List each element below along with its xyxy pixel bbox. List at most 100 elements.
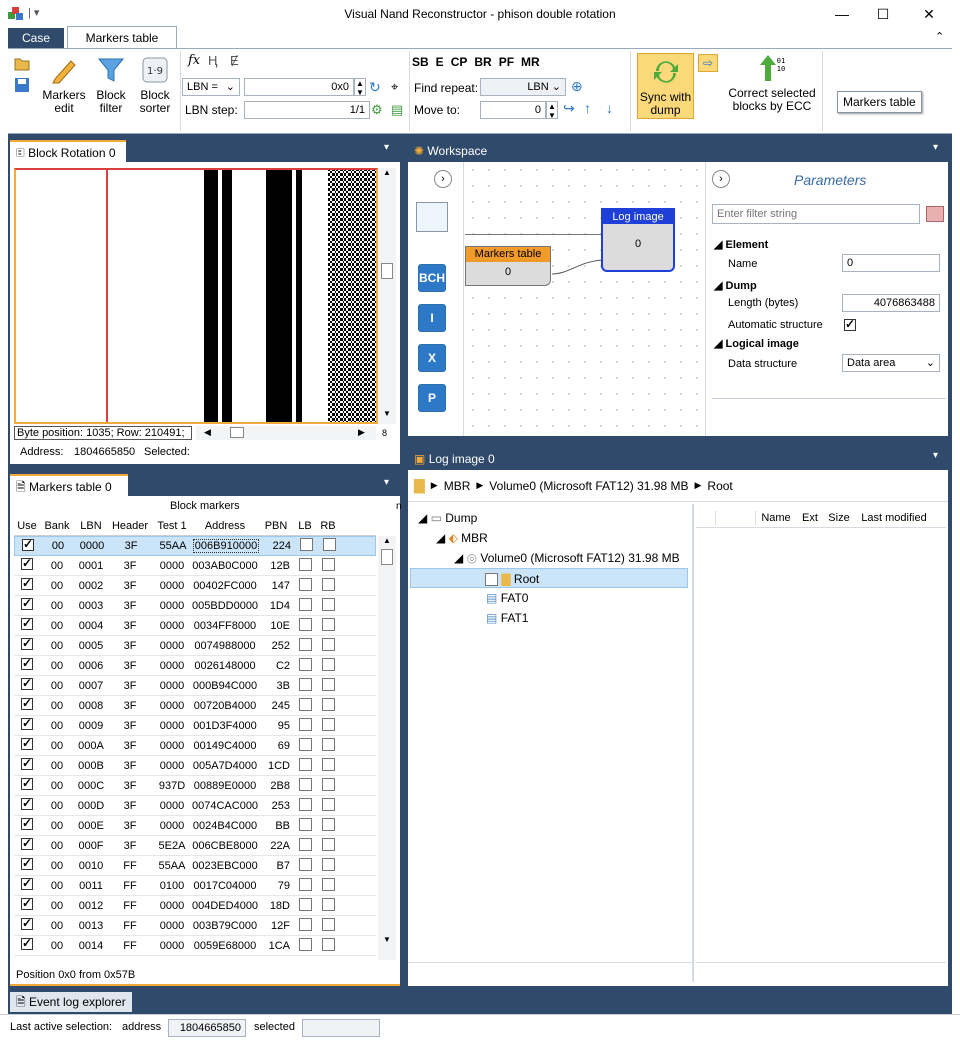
tab-log-image[interactable]: ▣ Log image 0 ✕ xyxy=(408,448,508,488)
lb-checkbox[interactable] xyxy=(298,637,312,651)
table-row[interactable]: 00 0011 FF 0100 0017C04000 79 xyxy=(14,876,376,896)
pane-menu-icon[interactable]: ▾ xyxy=(933,450,938,461)
rb-checkbox[interactable] xyxy=(321,897,335,911)
rb-checkbox[interactable] xyxy=(321,717,335,731)
table-row[interactable]: 00 0007 3F 0000 000B94C000 3B xyxy=(14,676,376,696)
expand-icon[interactable]: › xyxy=(434,170,452,188)
expand-icon[interactable]: › xyxy=(712,170,730,188)
tree-item-dump[interactable]: ◢ ▭ Dump xyxy=(418,508,477,528)
lbn-select[interactable]: LBN = ⌄ xyxy=(182,78,240,96)
rb-checkbox[interactable] xyxy=(321,757,335,771)
grid-icon[interactable]: ▤ xyxy=(391,102,403,118)
move-to-spinner[interactable]: ▲ ▼ xyxy=(546,101,558,120)
toggle-sb[interactable]: SB xyxy=(412,55,429,69)
table-row[interactable]: 00 0014 FF 0000 0059E68000 1CA xyxy=(14,936,376,956)
breadcrumb-item[interactable]: MBR xyxy=(444,479,471,493)
use-checkbox[interactable] xyxy=(21,816,33,830)
table-row[interactable]: 00 0002 3F 0000 00402FC000 147 xyxy=(14,576,376,596)
table-row[interactable]: 00 000A 3F 0000 00149C4000 69 xyxy=(14,736,376,756)
rb-checkbox[interactable] xyxy=(321,597,335,611)
go-icon[interactable]: ↪ xyxy=(563,100,575,117)
correct-ecc-button[interactable]: 01 10 Correct selected blocks by ECC xyxy=(726,53,818,113)
column-header[interactable]: Test 1 xyxy=(152,520,192,532)
length-input[interactable]: 4076863488 xyxy=(842,294,940,312)
table-row[interactable]: 00 0010 FF 55AA 0023EBC000 B7 xyxy=(14,856,376,876)
rb-checkbox[interactable] xyxy=(321,797,335,811)
lb-checkbox[interactable] xyxy=(298,837,312,851)
rb-checkbox[interactable] xyxy=(321,777,335,791)
table-row[interactable]: 00 0006 3F 0000 0026148000 C2 xyxy=(14,656,376,676)
rb-checkbox[interactable] xyxy=(322,538,336,551)
hash-icon[interactable]: Ⱨ xyxy=(208,53,217,68)
edit-format-icon[interactable]: Ɇ xyxy=(230,53,239,68)
tab-case[interactable]: Case xyxy=(8,28,64,48)
table-row[interactable]: 00 0012 FF 0000 004DED4000 18D xyxy=(14,896,376,916)
table-row[interactable]: 00 000B 3F 0000 005A7D4000 1CD xyxy=(14,756,376,776)
lb-checkbox[interactable] xyxy=(298,577,312,591)
lb-checkbox[interactable] xyxy=(299,538,313,551)
use-checkbox[interactable] xyxy=(21,676,33,690)
use-checkbox[interactable] xyxy=(22,537,34,551)
table-row[interactable]: 00 0003 3F 0000 005BDD0000 1D4 xyxy=(14,596,376,616)
tree-item-root[interactable]: ▇ Root xyxy=(410,568,688,588)
tab-markers-table[interactable]: Markers table xyxy=(67,26,177,50)
column-header[interactable]: Size xyxy=(824,512,854,524)
p-tool-button[interactable]: P xyxy=(418,384,446,412)
clear-filter-icon[interactable] xyxy=(926,206,944,222)
lb-checkbox[interactable] xyxy=(298,817,312,831)
i-tool-button[interactable]: I xyxy=(418,304,446,332)
log-image-node[interactable]: Log image 0 xyxy=(601,208,675,272)
table-row[interactable]: 00 000E 3F 0000 0024B4C000 BB xyxy=(14,816,376,836)
name-input[interactable]: 0 xyxy=(842,254,940,272)
table-row[interactable]: 00 0005 3F 0000 0074988000 252 xyxy=(14,636,376,656)
table-row[interactable]: 00 0009 3F 0000 001D3F4000 95 xyxy=(14,716,376,736)
rb-checkbox[interactable] xyxy=(321,637,335,651)
column-header[interactable]: Ext xyxy=(796,512,824,524)
tree-item-fat0[interactable]: ▤ FAT0 xyxy=(486,588,528,608)
table-row[interactable]: 00 0008 3F 0000 00720B4000 245 xyxy=(14,696,376,716)
fx-icon[interactable]: fx xyxy=(188,53,200,68)
rotation-canvas[interactable] xyxy=(14,168,378,424)
chevron-right-icon[interactable]: ▶ xyxy=(476,480,483,491)
rb-checkbox[interactable] xyxy=(321,657,335,671)
rb-checkbox[interactable] xyxy=(321,697,335,711)
sync-with-dump-button[interactable]: Sync with dump xyxy=(637,53,694,119)
open-icon[interactable] xyxy=(14,55,30,71)
markers-edit-button[interactable]: Markers edit xyxy=(40,55,88,115)
block-sorter-button[interactable]: 1·9 Block sorter xyxy=(134,55,176,115)
use-checkbox[interactable] xyxy=(21,836,33,850)
column-header[interactable]: LBN xyxy=(74,520,108,532)
table-row[interactable]: 00 000F 3F 5E2A 006CBE8000 22A xyxy=(14,836,376,856)
column-header[interactable]: RB xyxy=(316,520,340,532)
tree-item-fat1[interactable]: ▤ FAT1 xyxy=(486,608,528,628)
element-section[interactable]: ◢ Element xyxy=(714,238,768,251)
lb-checkbox[interactable] xyxy=(298,657,312,671)
save-icon[interactable] xyxy=(14,77,30,93)
lb-checkbox[interactable] xyxy=(298,717,312,731)
use-checkbox[interactable] xyxy=(21,696,33,710)
column-header[interactable]: Header xyxy=(108,520,152,532)
use-checkbox[interactable] xyxy=(21,736,33,750)
breadcrumb-item[interactable]: Volume0 (Microsoft FAT12) 31.98 MB xyxy=(489,479,688,493)
data-structure-select[interactable]: Data area ⌄ xyxy=(842,354,940,372)
root-checkbox[interactable] xyxy=(485,573,498,587)
use-checkbox[interactable] xyxy=(21,936,33,950)
use-checkbox[interactable] xyxy=(21,856,33,870)
lb-checkbox[interactable] xyxy=(298,937,312,951)
lb-checkbox[interactable] xyxy=(298,797,312,811)
markers-table-node[interactable]: Markers table 0 xyxy=(465,246,551,286)
use-checkbox[interactable] xyxy=(21,716,33,730)
lb-checkbox[interactable] xyxy=(298,737,312,751)
x-tool-button[interactable]: X xyxy=(418,344,446,372)
pane-menu-icon[interactable]: ▾ xyxy=(384,477,389,488)
lb-checkbox[interactable] xyxy=(298,877,312,891)
tab-markers-table-0[interactable]: 🗎 Markers table 0 ✕ xyxy=(10,474,128,516)
use-checkbox[interactable] xyxy=(21,656,33,670)
lbn-value-input[interactable]: 0x0 xyxy=(244,78,354,96)
table-row[interactable]: 00 0004 3F 0000 0034FF8000 10E xyxy=(14,616,376,636)
rb-checkbox[interactable] xyxy=(321,677,335,691)
lb-checkbox[interactable] xyxy=(298,917,312,931)
workspace-canvas[interactable]: Log image 0 Markers table 0 xyxy=(465,162,703,436)
lb-checkbox[interactable] xyxy=(298,857,312,871)
rb-checkbox[interactable] xyxy=(321,737,335,751)
